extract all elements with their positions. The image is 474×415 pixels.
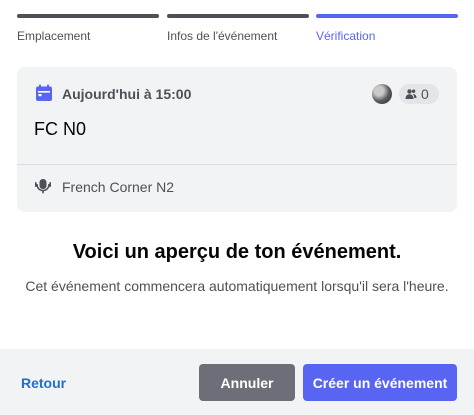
back-button[interactable]: Retour: [21, 375, 66, 391]
preview-headline: Voici un aperçu de ton événement.: [72, 241, 402, 263]
interested-count: 0: [421, 86, 429, 102]
channel-name: French Corner N2: [62, 179, 175, 195]
step-location: Emplacement: [17, 14, 159, 43]
event-preview-header: Aujourd'hui à 15:00 0 FC N0: [17, 67, 457, 164]
event-preview-card: Aujourd'hui à 15:00 0 FC N0 French Corne…: [17, 67, 457, 212]
step-bar: [17, 14, 159, 18]
calendar-icon: [36, 84, 52, 101]
interested-count-badge[interactable]: 0: [399, 84, 439, 104]
cancel-button[interactable]: Annuler: [199, 364, 295, 401]
divider: [17, 164, 457, 165]
step-review: Vérification: [316, 14, 458, 43]
step-label: Infos de l'événement: [167, 29, 278, 43]
modal-footer: Retour Annuler Créer un événement: [0, 349, 474, 415]
people-icon: [405, 89, 417, 99]
event-date: Aujourd'hui à 15:00: [62, 86, 192, 102]
step-label: Emplacement: [17, 29, 91, 43]
progress-steps: Emplacement Infos de l'événement Vérific…: [17, 14, 458, 44]
event-name: FC N0: [34, 119, 87, 139]
stage-channel-icon: [35, 179, 51, 194]
preview-description: Cet événement commencera automatiquement…: [25, 278, 449, 294]
step-bar: [167, 14, 309, 18]
create-event-button[interactable]: Créer un événement: [303, 364, 457, 401]
step-label: Vérification: [316, 29, 376, 43]
step-event-info: Infos de l'événement: [167, 14, 309, 43]
avatar[interactable]: [372, 84, 392, 104]
step-bar: [316, 14, 458, 18]
